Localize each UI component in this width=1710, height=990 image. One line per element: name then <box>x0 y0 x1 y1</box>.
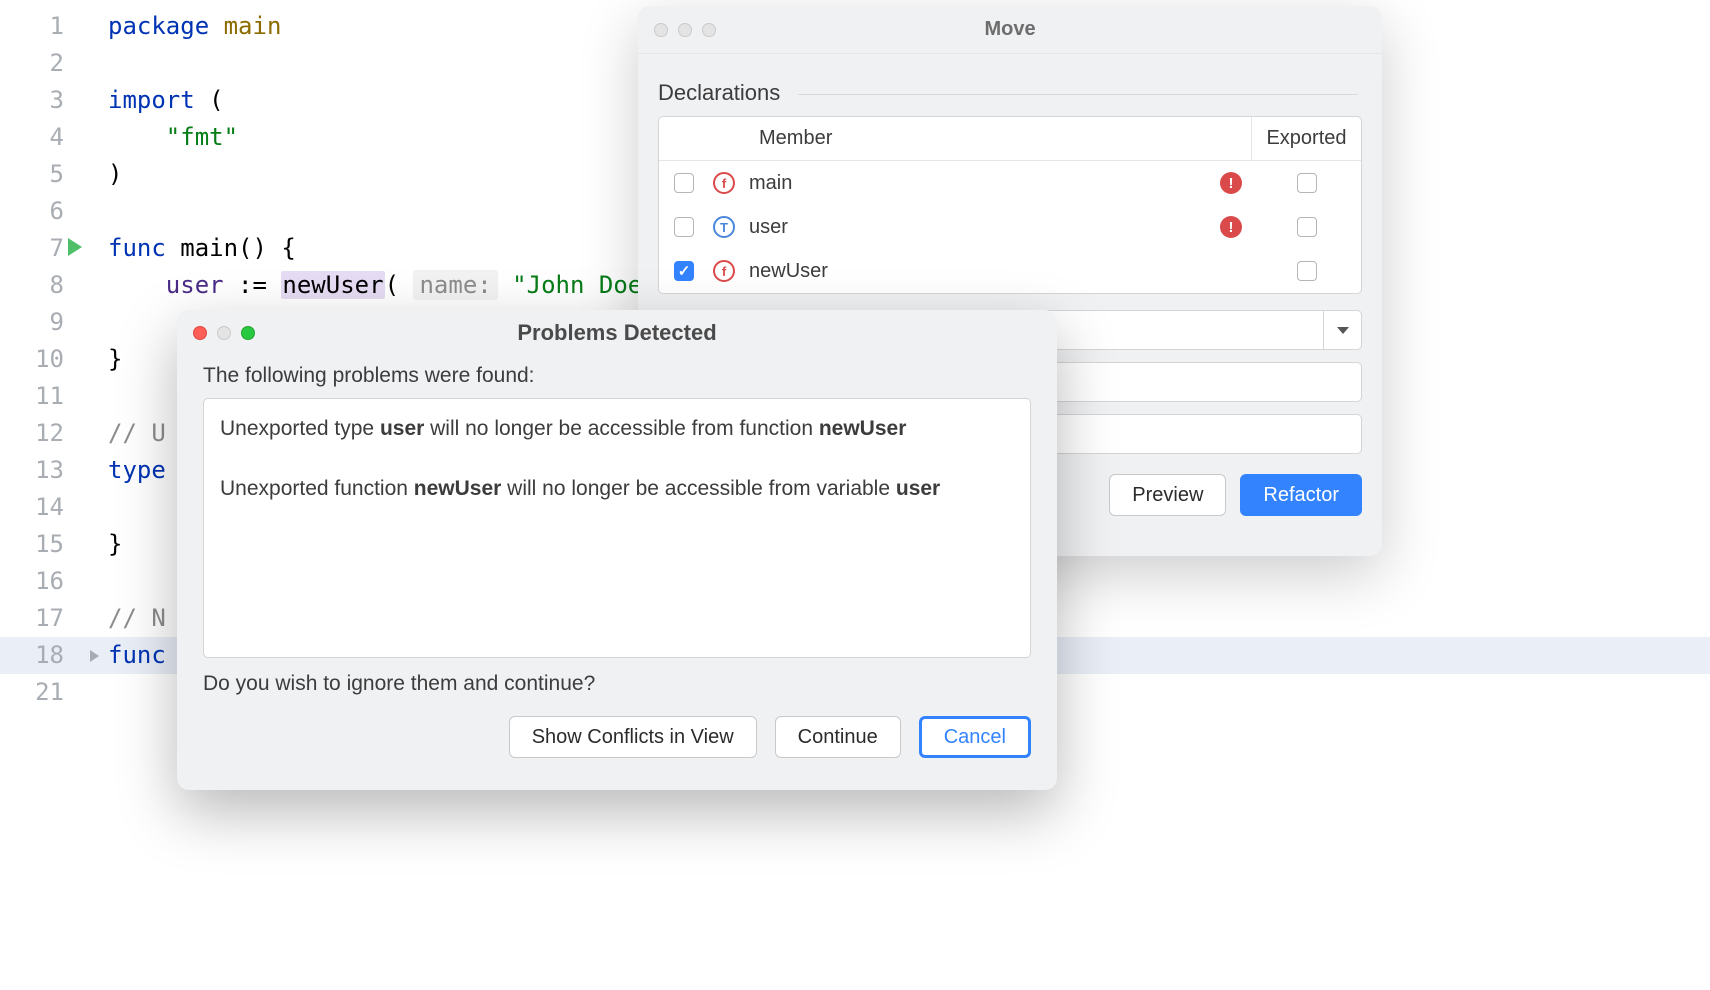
line-number: 16 <box>0 563 108 600</box>
problem-item: Unexported type user will no longer be a… <box>220 413 1014 445</box>
warning-icon: ! <box>1220 172 1242 194</box>
move-dialog-title: Move <box>638 18 1382 41</box>
declarations-header-row: Member Exported <box>659 117 1361 161</box>
line-number: 8 <box>0 267 108 304</box>
kw-func: func <box>108 641 166 669</box>
line-number: 10 <box>0 341 108 378</box>
show-conflicts-button[interactable]: Show Conflicts in View <box>509 716 757 758</box>
kw-import: import <box>108 86 195 114</box>
line-number: 2 <box>0 45 108 82</box>
refactor-button[interactable]: Refactor <box>1240 474 1362 516</box>
fold-gutter-icon[interactable] <box>90 650 99 662</box>
select-checkbox[interactable] <box>674 261 694 281</box>
problems-dialog[interactable]: Problems Detected The following problems… <box>177 310 1057 790</box>
problems-question: Do you wish to ignore them and continue? <box>203 672 1031 696</box>
line-number: 6 <box>0 193 108 230</box>
problems-intro: The following problems were found: <box>203 364 1031 388</box>
continue-button[interactable]: Continue <box>775 716 901 758</box>
declaration-row-user[interactable]: T user ! <box>659 205 1361 249</box>
function-icon: f <box>713 260 735 282</box>
declarations-label: Declarations <box>658 80 1362 106</box>
select-checkbox[interactable] <box>674 173 694 193</box>
exported-checkbox[interactable] <box>1297 261 1317 281</box>
declaration-row-newuser[interactable]: f newUser <box>659 249 1361 293</box>
column-exported: Exported <box>1251 117 1361 160</box>
warning-icon: ! <box>1220 216 1242 238</box>
import-path: "fmt" <box>166 123 238 151</box>
member-name: user <box>739 216 1211 239</box>
pkg-name: main <box>224 12 282 40</box>
kw-func: func <box>108 234 166 262</box>
op-assign: := <box>238 271 267 299</box>
func-name-main: main <box>180 234 238 262</box>
line-number: 5 <box>0 156 108 193</box>
line-number: 21 <box>0 674 108 711</box>
line-number: 15 <box>0 526 108 563</box>
kw-package: package <box>108 12 209 40</box>
line-number: 3 <box>0 82 108 119</box>
var-user: user <box>166 271 224 299</box>
member-name: main <box>739 172 1211 195</box>
chevron-down-icon <box>1337 327 1349 334</box>
line-number: 1 <box>0 8 108 45</box>
line-number: 12 <box>0 415 108 452</box>
line-number: 11 <box>0 378 108 415</box>
comment: // N <box>108 604 166 632</box>
line-number: 14 <box>0 489 108 526</box>
line-number: 17 <box>0 600 108 637</box>
select-checkbox[interactable] <box>674 217 694 237</box>
problems-dialog-title: Problems Detected <box>177 320 1057 346</box>
problems-list[interactable]: Unexported type user will no longer be a… <box>203 398 1031 658</box>
string-literal: "John Doe" <box>512 271 657 299</box>
declaration-row-main[interactable]: f main ! <box>659 161 1361 205</box>
problems-titlebar[interactable]: Problems Detected <box>177 310 1057 356</box>
problem-item: Unexported function newUser will no long… <box>220 473 1014 505</box>
exported-checkbox[interactable] <box>1297 173 1317 193</box>
exported-checkbox[interactable] <box>1297 217 1317 237</box>
editor-gutter: 1 2 3 4 5 6 7 8 9 10 11 12 13 14 15 16 1… <box>0 0 108 990</box>
destination-dropdown-button[interactable] <box>1324 310 1362 350</box>
call-newuser: newUser <box>281 271 384 299</box>
inlay-param-name: name: <box>413 270 497 300</box>
column-member: Member <box>709 127 1251 150</box>
kw-type: type <box>108 456 166 484</box>
type-icon: T <box>713 216 735 238</box>
cancel-button[interactable]: Cancel <box>919 716 1031 758</box>
declarations-table: Member Exported f main ! T user ! f newU <box>658 116 1362 294</box>
line-number: 13 <box>0 452 108 489</box>
preview-button[interactable]: Preview <box>1109 474 1226 516</box>
comment: // U <box>108 419 166 447</box>
line-number: 4 <box>0 119 108 156</box>
function-icon: f <box>713 172 735 194</box>
line-number: 9 <box>0 304 108 341</box>
move-titlebar[interactable]: Move <box>638 6 1382 54</box>
member-name: newUser <box>739 260 1211 283</box>
line-number: 7 <box>0 230 108 267</box>
run-gutter-icon[interactable] <box>68 238 82 256</box>
